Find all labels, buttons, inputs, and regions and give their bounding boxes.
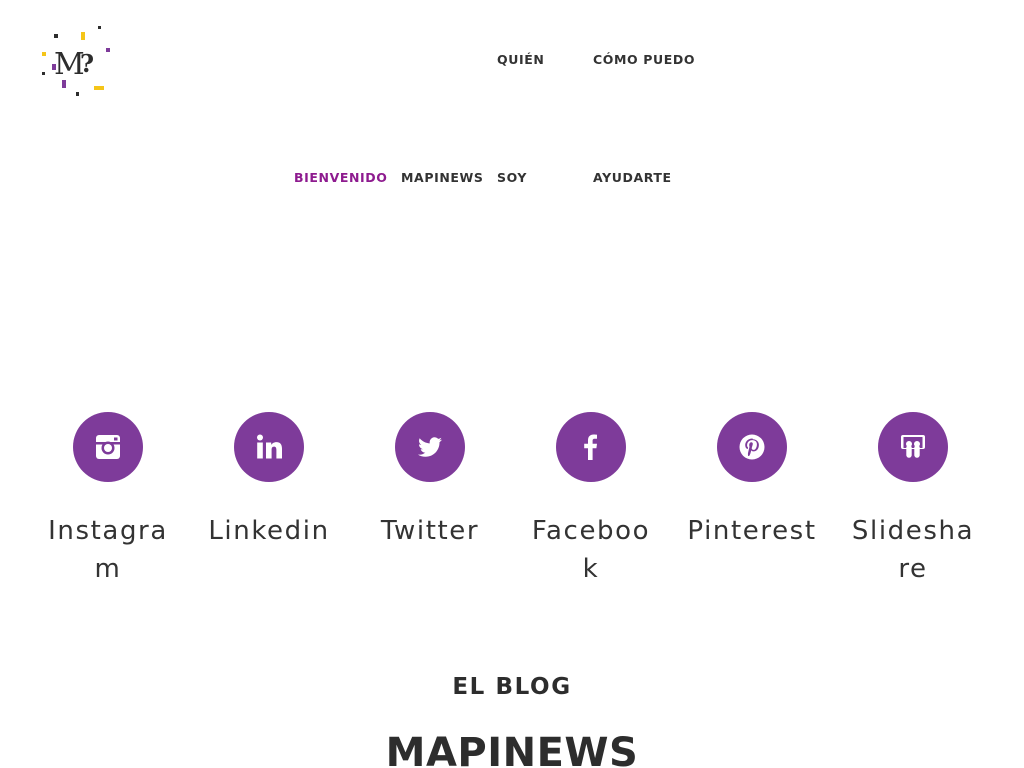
nav-item-como-puedo-ayudarte[interactable]: CÓMO PUEDO AYUDARTE — [593, 52, 695, 186]
page: M ? BIENVENIDO MAPINEWS QUIÉN SOY CÓMO P… — [0, 0, 1024, 768]
social-slideshare: Slideshare — [848, 412, 978, 588]
social-label[interactable]: Linkedin — [199, 512, 339, 550]
nav-item-label: MAPINEWS — [401, 170, 484, 185]
facebook-button[interactable] — [556, 412, 626, 482]
social-twitter: Twitter — [365, 412, 495, 550]
twitter-icon — [418, 437, 442, 457]
social-label[interactable]: Instagram — [44, 512, 172, 588]
nav-item-mapinews[interactable]: MAPINEWS — [401, 170, 484, 186]
logo-mark-icon: M ? — [42, 26, 110, 96]
blog-eyebrow: EL BLOG — [452, 674, 572, 700]
social-facebook: Facebook — [526, 412, 656, 588]
social-label[interactable]: Pinterest — [682, 512, 822, 550]
facebook-icon — [584, 434, 597, 460]
social-label[interactable]: Slideshare — [849, 512, 977, 588]
nav-item-label-line1: CÓMO PUEDO — [593, 52, 696, 67]
blog-title: MAPINEWS — [385, 730, 639, 768]
linkedin-icon — [257, 434, 282, 459]
nav-item-bienvenido[interactable]: BIENVENIDO — [294, 170, 388, 186]
nav-item-label-line1: QUIÉN — [497, 52, 545, 67]
pinterest-icon — [739, 434, 765, 460]
instagram-icon — [96, 435, 120, 459]
social-instagram: Instagram — [43, 412, 173, 588]
social-linkedin: Linkedin — [204, 412, 334, 550]
nav-item-label: BIENVENIDO — [294, 170, 388, 185]
slideshare-icon — [901, 435, 925, 458]
linkedin-button[interactable] — [234, 412, 304, 482]
pinterest-button[interactable] — [717, 412, 787, 482]
social-pinterest: Pinterest — [687, 412, 817, 550]
site-logo[interactable]: M ? — [40, 24, 112, 100]
nav-item-quien-soy[interactable]: QUIÉN SOY — [497, 52, 544, 186]
nav-item-label-line2: AYUDARTE — [593, 170, 672, 185]
nav-item-label-line2: SOY — [497, 170, 528, 185]
social-label[interactable]: Twitter — [360, 512, 500, 550]
logo-question: ? — [80, 49, 94, 78]
social-label[interactable]: Facebook — [527, 512, 655, 588]
slideshare-button[interactable] — [878, 412, 948, 482]
instagram-button[interactable] — [73, 412, 143, 482]
twitter-button[interactable] — [395, 412, 465, 482]
